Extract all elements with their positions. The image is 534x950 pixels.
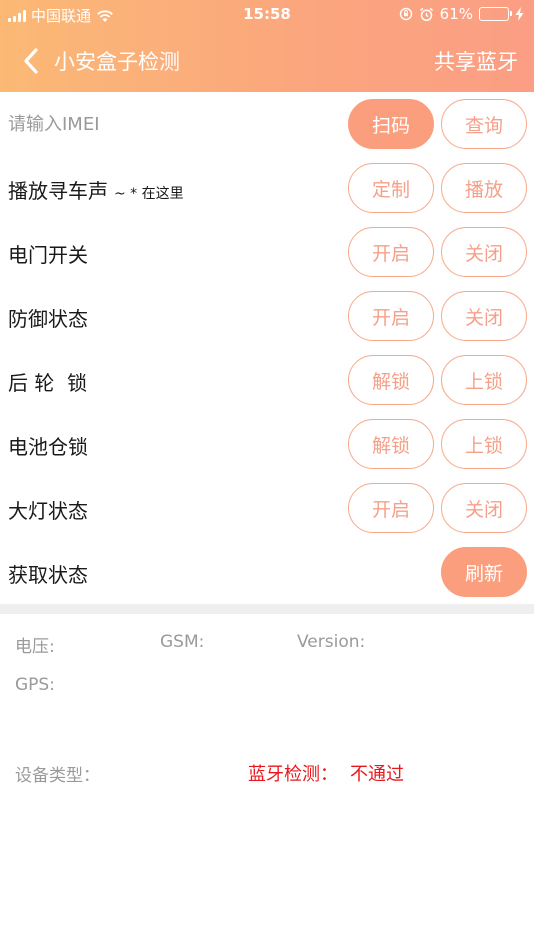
back-chevron-icon[interactable] — [18, 44, 46, 78]
page-title: 小安盒子检测 — [54, 50, 180, 74]
find-sound-sub: ~ * 在这里 — [114, 186, 184, 202]
share-bluetooth-button[interactable]: 共享蓝牙 — [434, 46, 518, 76]
control-row-power-switch: 电门开关 开启 关闭 — [0, 220, 534, 284]
section-divider — [0, 604, 534, 614]
bluetooth-check-label: 蓝牙检测： — [248, 764, 338, 785]
alarm-icon — [419, 7, 433, 21]
rear-wheel-unlock-button[interactable]: 解锁 — [348, 355, 434, 405]
rear-wheel-lock-button[interactable]: 上锁 — [441, 355, 527, 405]
find-sound-label: 播放寻车声 — [8, 179, 108, 203]
voltage-label: 电压: — [15, 637, 55, 657]
control-row-defense: 防御状态 开启 关闭 — [0, 284, 534, 348]
headlight-label: 大灯状态 — [8, 499, 88, 523]
scan-button[interactable]: 扫码 — [348, 99, 434, 149]
customize-button[interactable]: 定制 — [348, 163, 434, 213]
battery-icon — [479, 7, 512, 21]
battery-percent: 61% — [439, 5, 473, 23]
orientation-lock-icon — [399, 7, 412, 21]
header: 中国联通 15:58 61% 小安盒子检测 共享蓝牙 — [0, 0, 534, 92]
control-row-rear-wheel-lock: 后 轮 锁 解锁 上锁 — [0, 348, 534, 412]
bluetooth-check-result: 不通过 — [350, 764, 404, 785]
bluetooth-check: 蓝牙检测： 不通过 — [248, 760, 404, 786]
control-row-find-sound: 播放寻车声 ~ * 在这里 定制 播放 — [0, 156, 534, 220]
charging-bolt-icon — [515, 7, 524, 21]
defense-off-button[interactable]: 关闭 — [441, 291, 527, 341]
rear-wheel-lock-label: 后 轮 锁 — [8, 371, 88, 395]
play-button[interactable]: 播放 — [441, 163, 527, 213]
headlight-on-button[interactable]: 开启 — [348, 483, 434, 533]
battery-lock-label: 电池仓锁 — [8, 435, 88, 459]
version-label: Version: — [297, 632, 366, 652]
imei-input[interactable] — [8, 110, 328, 138]
control-row-headlight: 大灯状态 开启 关闭 — [0, 476, 534, 540]
defense-label: 防御状态 — [8, 307, 88, 331]
refresh-button[interactable]: 刷新 — [441, 547, 527, 597]
get-status-label: 获取状态 — [8, 563, 88, 587]
power-on-button[interactable]: 开启 — [348, 227, 434, 277]
device-type-label: 设备类型： — [15, 766, 100, 786]
power-switch-label: 电门开关 — [8, 243, 88, 267]
row-label: 播放寻车声 ~ * 在这里 — [8, 175, 184, 204]
control-row-battery-lock: 电池仓锁 解锁 上锁 — [0, 412, 534, 476]
gsm-label: GSM: — [160, 632, 205, 652]
battery-unlock-button[interactable]: 解锁 — [348, 419, 434, 469]
status-right: 61% — [399, 5, 524, 23]
headlight-off-button[interactable]: 关闭 — [441, 483, 527, 533]
defense-on-button[interactable]: 开启 — [348, 291, 434, 341]
status-row: 获取状态 刷新 — [0, 540, 534, 604]
battery-lock-button[interactable]: 上锁 — [441, 419, 527, 469]
power-off-button[interactable]: 关闭 — [441, 227, 527, 277]
query-button[interactable]: 查询 — [441, 99, 527, 149]
status-bar: 中国联通 15:58 61% — [0, 0, 534, 28]
gps-label: GPS: — [15, 675, 55, 695]
imei-row: 扫码 查询 — [0, 92, 534, 156]
